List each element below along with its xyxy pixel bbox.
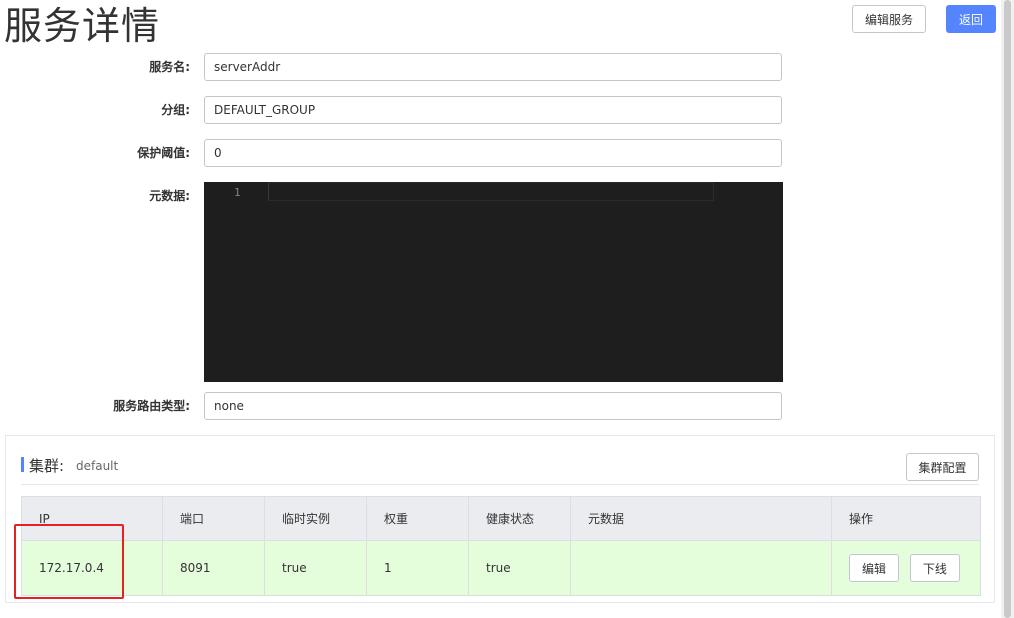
offline-instance-button[interactable]: 下线 xyxy=(909,554,960,582)
column-header-metadata: 元数据 xyxy=(570,496,832,541)
edit-instance-button[interactable]: 编辑 xyxy=(849,554,899,582)
edit-service-button[interactable]: 编辑服务 xyxy=(852,5,926,33)
cell-healthy: true xyxy=(468,540,571,596)
scrollbar-thumb[interactable] xyxy=(1004,0,1011,618)
cell-actions: 编辑 下线 xyxy=(831,540,981,596)
router-type-input[interactable]: none xyxy=(204,392,782,420)
editor-line-number: 1 xyxy=(234,186,241,199)
cluster-panel: 集群: default 集群配置 IP 端口 临时实例 权重 健康状态 元数据 … xyxy=(5,435,995,603)
page-title: 服务详情 xyxy=(4,4,161,48)
column-header-port: 端口 xyxy=(162,496,265,541)
back-button[interactable]: 返回 xyxy=(946,5,996,33)
table-header-row: IP 端口 临时实例 权重 健康状态 元数据 操作 xyxy=(21,496,981,541)
cluster-divider xyxy=(21,484,979,485)
group-label: 分组: xyxy=(161,103,190,117)
cluster-name: default xyxy=(76,459,119,473)
instance-table: IP 端口 临时实例 权重 健康状态 元数据 操作 172.17.0.4 809… xyxy=(21,496,981,596)
protect-threshold-input[interactable]: 0 xyxy=(204,139,782,167)
cell-ephemeral: true xyxy=(264,540,367,596)
vertical-scrollbar[interactable] xyxy=(1001,0,1014,618)
cluster-config-button[interactable]: 集群配置 xyxy=(906,453,979,481)
service-name-input[interactable]: serverAddr xyxy=(204,53,782,81)
cluster-accent-bar xyxy=(21,457,24,472)
editor-current-line xyxy=(268,182,714,201)
cell-metadata xyxy=(570,540,832,596)
table-row: 172.17.0.4 8091 true 1 true 编辑 下线 xyxy=(21,540,981,596)
column-header-actions: 操作 xyxy=(831,496,981,541)
annotation-highlight-box xyxy=(14,524,124,599)
column-header-healthy: 健康状态 xyxy=(468,496,571,541)
column-header-weight: 权重 xyxy=(366,496,469,541)
metadata-code-editor[interactable]: 1 xyxy=(204,182,783,382)
column-header-ephemeral: 临时实例 xyxy=(264,496,367,541)
cell-weight: 1 xyxy=(366,540,469,596)
cell-port: 8091 xyxy=(162,540,265,596)
router-type-label: 服务路由类型: xyxy=(113,399,190,413)
protect-threshold-label: 保护阈值: xyxy=(137,146,190,160)
group-input[interactable]: DEFAULT_GROUP xyxy=(204,96,782,124)
service-name-label: 服务名: xyxy=(149,60,190,74)
cluster-title: 集群: xyxy=(29,457,65,475)
metadata-label: 元数据: xyxy=(149,189,190,203)
